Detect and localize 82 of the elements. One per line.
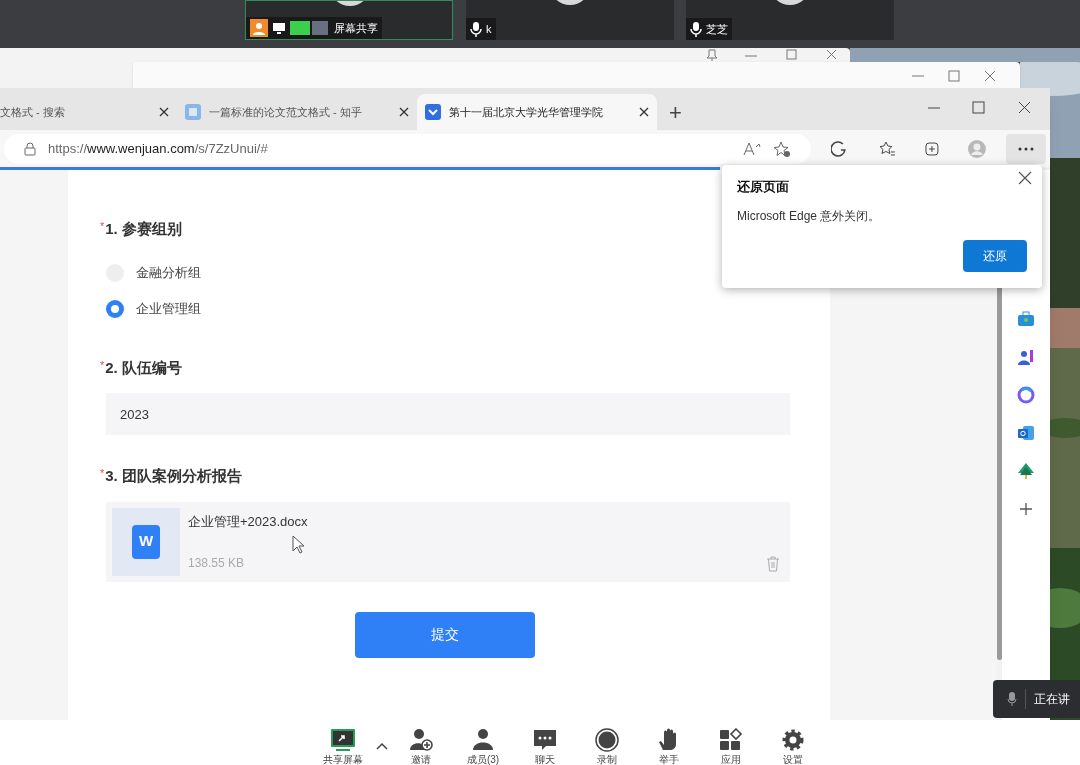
participant-name: 芝芝	[706, 21, 728, 37]
submit-button[interactable]: 提交	[355, 611, 535, 658]
participant-name: k	[486, 21, 492, 37]
chevron-up-icon[interactable]	[376, 742, 388, 750]
toolbar-label: 邀请	[411, 754, 431, 765]
required-mark: *	[100, 357, 105, 373]
person-icon	[250, 19, 268, 37]
radio-option[interactable]: 企业管理组	[106, 290, 790, 327]
popup-title: 还原页面	[737, 178, 790, 196]
screen-icon	[272, 21, 286, 35]
person-icon	[470, 728, 496, 752]
read-aloud-icon[interactable]	[742, 141, 761, 156]
favorites-icon[interactable]	[876, 139, 895, 158]
refresh-icon[interactable]	[830, 139, 849, 158]
radio-option[interactable]: 金融分析组	[106, 254, 790, 291]
tab-favicon-icon	[185, 104, 201, 120]
toolbar-label: 录制	[597, 754, 617, 765]
toolbar-button[interactable]: 聊天	[514, 720, 576, 765]
more-icon	[1018, 146, 1035, 151]
briefcase-icon[interactable]	[1017, 310, 1035, 328]
question-title: 3. 团队案例分析报告	[105, 466, 242, 486]
lock-icon	[24, 141, 36, 156]
people-icon[interactable]	[1017, 348, 1035, 366]
question-title: 2. 队伍编号	[105, 357, 182, 378]
browser-tab[interactable]: 文格式 - 搜索	[0, 94, 177, 130]
browser-tab[interactable]: 第十一届北京大学光华管理学院	[417, 94, 657, 130]
ring-icon[interactable]	[1017, 386, 1035, 404]
microphone-icon	[470, 21, 482, 37]
toolbar-label: 成员(3)	[466, 754, 500, 765]
close-icon[interactable]	[639, 107, 649, 117]
toolbar-label: 举手	[659, 754, 679, 765]
collections-icon[interactable]	[922, 139, 941, 158]
option-label: 企业管理组	[136, 299, 201, 318]
add-icon[interactable]	[1017, 500, 1035, 518]
microphone-icon	[1007, 691, 1017, 707]
participant-name: 屏幕共享	[334, 20, 378, 36]
file-name: 企业管理+2023.docx	[188, 512, 308, 531]
option-label: 金融分析组	[136, 263, 201, 282]
toolbar-button[interactable]: 设置	[762, 720, 824, 765]
add-person-icon	[408, 728, 434, 752]
redaction-icon	[290, 21, 330, 35]
toolbar-label: 聊天	[535, 754, 555, 765]
toolbar-button[interactable]: 成员(3)	[452, 720, 514, 765]
close-icon[interactable]	[399, 107, 409, 117]
apps-icon	[718, 728, 744, 752]
toolbar-label: 应用	[721, 754, 741, 765]
tab-title: 文格式 - 搜索	[0, 104, 66, 120]
toolbar-button[interactable]: 举手	[638, 720, 700, 765]
tree-icon[interactable]	[1017, 462, 1035, 480]
mail-app-icon[interactable]	[1017, 424, 1035, 442]
url-text: https://www.wenjuan.com/s/7ZzUnui/#	[48, 139, 269, 158]
browser-tab[interactable]: 一篇标准的论文范文格式 - 知乎	[177, 94, 417, 130]
input-field[interactable]: 2023	[106, 393, 790, 435]
close-icon[interactable]	[159, 107, 169, 117]
tab-title: 第十一届北京大学光华管理学院	[449, 104, 604, 120]
toolbar-button[interactable]: 录制	[576, 720, 638, 765]
toolbar-button[interactable]: 邀请	[390, 720, 452, 765]
cursor-icon	[292, 535, 306, 555]
share-screen-icon	[330, 728, 356, 752]
record-icon	[594, 728, 620, 752]
address-bar[interactable]: https://www.wenjuan.com/s/7ZzUnui/#	[4, 133, 811, 164]
required-mark: *	[100, 466, 105, 481]
required-mark: *	[100, 219, 105, 234]
file-size: 138.55 KB	[188, 554, 246, 572]
tab-title: 一篇标准的论文范文格式 - 知乎	[209, 104, 363, 120]
toolbar-label: 共享屏幕	[323, 754, 363, 765]
settings-icon	[780, 728, 806, 752]
radio-button[interactable]	[106, 299, 124, 318]
chat-icon	[532, 728, 558, 752]
toolbar-button[interactable]: 应用	[700, 720, 762, 765]
new-tab-button[interactable]: +	[669, 94, 682, 130]
word-file-icon: W	[132, 524, 160, 559]
tab-favicon-icon	[425, 104, 441, 120]
toolbar-button[interactable]: 共享屏幕	[312, 720, 374, 765]
speaking-text: 正在讲	[1034, 691, 1070, 708]
toolbar-label: 设置	[783, 754, 803, 765]
microphone-icon	[690, 21, 702, 37]
close-icon[interactable]	[1018, 171, 1032, 185]
restore-button[interactable]: 还原	[963, 240, 1027, 272]
question-title: 1. 参赛组别	[105, 219, 182, 239]
favorite-icon[interactable]	[772, 140, 791, 157]
popup-message: Microsoft Edge 意外关闭。	[737, 207, 882, 225]
